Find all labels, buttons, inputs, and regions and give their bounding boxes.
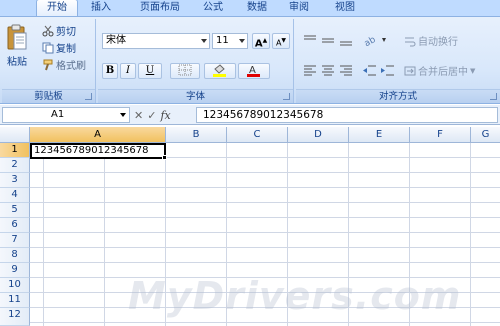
formula-buttons: ✕ ✓ fx xyxy=(134,107,192,123)
borders-icon xyxy=(178,64,192,76)
align-middle-icon[interactable] xyxy=(320,33,336,47)
name-box[interactable]: A1 xyxy=(2,107,130,123)
row-header-6[interactable]: 6 xyxy=(0,218,30,233)
orientation-icon[interactable]: ab xyxy=(362,33,388,47)
grow-font-button[interactable]: A▲ xyxy=(252,33,270,49)
formula-bar: A1 ✕ ✓ fx 123456789012345678 xyxy=(0,105,500,125)
merge-center-label: 合并后居中 xyxy=(418,67,468,78)
ribbon: 粘贴 剪切 复制 格式刷 剪贴板 宋体 11 A▲ A▼ B I U A 字体 … xyxy=(0,16,500,104)
column-header-g[interactable]: G xyxy=(471,127,500,143)
bold-button[interactable]: B xyxy=(102,63,118,79)
row-header-11[interactable]: 11 xyxy=(0,293,30,308)
merge-dropdown-icon[interactable]: ▼ xyxy=(470,67,475,75)
format-painter-button[interactable]: 格式刷 xyxy=(42,57,86,72)
copy-label: 复制 xyxy=(56,44,76,55)
font-color-icon: A xyxy=(247,65,260,77)
tab-view[interactable]: 视图 xyxy=(330,0,360,16)
alignment-group: ab 自动换行 合并后居中 ▼ 对齐方式 xyxy=(296,19,500,103)
column-header-a[interactable]: A xyxy=(30,127,166,143)
clipboard-group: 粘贴 剪切 复制 格式刷 剪贴板 xyxy=(2,19,96,103)
align-right-icon[interactable] xyxy=(338,63,354,77)
cut-button[interactable]: 剪切 xyxy=(42,23,76,38)
increase-indent-icon[interactable] xyxy=(380,63,396,77)
enter-check-icon[interactable]: ✓ xyxy=(147,109,156,122)
shrink-font-button[interactable]: A▼ xyxy=(272,33,290,49)
row-header-9[interactable]: 9 xyxy=(0,263,30,278)
font-dialog-launcher-icon[interactable] xyxy=(283,93,290,100)
row-header-7[interactable]: 7 xyxy=(0,233,30,248)
tab-data[interactable]: 数据 xyxy=(242,0,272,16)
row-header-10[interactable]: 10 xyxy=(0,278,30,293)
alignment-dialog-launcher-icon[interactable] xyxy=(490,93,497,100)
borders-button[interactable] xyxy=(170,63,200,79)
tab-review[interactable]: 审阅 xyxy=(284,0,314,16)
row-header-12[interactable]: 12 xyxy=(0,308,30,326)
italic-button[interactable]: I xyxy=(120,63,136,79)
row-header-1[interactable]: 1 xyxy=(0,143,30,158)
copy-button[interactable]: 复制 xyxy=(42,40,76,55)
align-bottom-icon[interactable] xyxy=(338,33,354,47)
alignment-group-label: 对齐方式 xyxy=(296,89,500,103)
row-header-8[interactable]: 8 xyxy=(0,248,30,263)
clipboard-group-label: 剪贴板 xyxy=(2,89,95,103)
font-group-label: 字体 xyxy=(98,89,293,103)
cell-a1[interactable]: 123456789012345678 xyxy=(30,143,166,159)
wrap-text-icon xyxy=(405,37,416,46)
column-header-b[interactable]: B xyxy=(166,127,227,143)
align-center-icon[interactable] xyxy=(320,63,336,77)
decrease-indent-icon[interactable] xyxy=(362,63,378,77)
column-header-d[interactable]: D xyxy=(288,127,349,143)
tab-formulas[interactable]: 公式 xyxy=(198,0,228,16)
font-color-swatch xyxy=(247,74,260,77)
tab-home[interactable]: 开始 xyxy=(36,0,78,16)
font-color-button[interactable]: A xyxy=(238,63,270,79)
clipboard-dialog-launcher-icon[interactable] xyxy=(85,93,92,100)
wrap-text-label: 自动换行 xyxy=(418,37,458,48)
column-header-c[interactable]: C xyxy=(227,127,288,143)
align-left-icon[interactable] xyxy=(302,63,318,77)
format-painter-label: 格式刷 xyxy=(56,61,86,72)
ribbon-tab-bar: 开始 插入 页面布局 公式 数据 审阅 视图 xyxy=(0,0,500,16)
row-header-5[interactable]: 5 xyxy=(0,203,30,218)
wrap-text-button[interactable]: 自动换行 xyxy=(404,33,458,48)
paste-icon xyxy=(7,24,27,50)
merge-center-button[interactable]: 合并后居中 ▼ xyxy=(404,63,475,78)
paste-label: 粘贴 xyxy=(7,57,27,68)
formula-input[interactable]: 123456789012345678 xyxy=(196,107,498,123)
tab-page-layout[interactable]: 页面布局 xyxy=(132,0,188,16)
font-group: 宋体 11 A▲ A▼ B I U A 字体 xyxy=(98,19,294,103)
column-header-f[interactable]: F xyxy=(410,127,471,143)
svg-text:ab: ab xyxy=(363,35,378,47)
scissors-icon xyxy=(42,25,54,36)
font-name-combo[interactable]: 宋体 xyxy=(102,33,210,49)
watermark: MyDrivers.com xyxy=(128,274,462,318)
row-header-3[interactable]: 3 xyxy=(0,173,30,188)
fill-color-swatch xyxy=(213,74,226,77)
fill-color-button[interactable] xyxy=(204,63,236,79)
cancel-icon[interactable]: ✕ xyxy=(134,109,143,122)
column-header-e[interactable]: E xyxy=(349,127,410,143)
tab-insert[interactable]: 插入 xyxy=(86,0,116,16)
merge-cells-icon xyxy=(404,66,416,75)
underline-button[interactable]: U xyxy=(138,63,162,79)
cut-label: 剪切 xyxy=(56,27,76,38)
paintbrush-icon xyxy=(43,59,53,70)
excel-window: 开始 插入 页面布局 公式 数据 审阅 视图 粘贴 剪切 复制 格式刷 剪贴板 … xyxy=(0,0,500,326)
paint-bucket-icon xyxy=(213,64,226,77)
row-header-4[interactable]: 4 xyxy=(0,188,30,203)
row-header-2[interactable]: 2 xyxy=(0,158,30,173)
select-all-corner[interactable] xyxy=(0,127,30,143)
insert-function-icon[interactable]: fx xyxy=(160,109,170,122)
paste-button[interactable]: 粘贴 xyxy=(6,23,28,68)
align-top-icon[interactable] xyxy=(302,33,318,47)
font-size-combo[interactable]: 11 xyxy=(212,33,248,49)
fill-handle[interactable] xyxy=(162,155,167,160)
copy-icon xyxy=(42,42,54,53)
